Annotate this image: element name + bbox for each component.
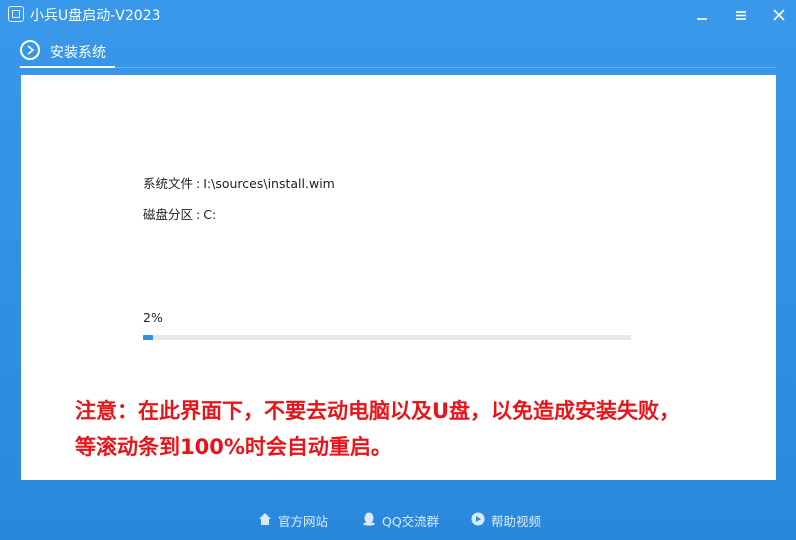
app-title: 小兵U盘启动-V2023 xyxy=(30,8,161,24)
close-button[interactable] xyxy=(767,4,791,26)
menu-icon xyxy=(736,11,746,20)
install-panel: 系统文件: I:\sources\install.wim 磁盘分区: C: 2% 注… xyxy=(21,75,776,480)
minimize-button[interactable] xyxy=(690,4,714,26)
tab-install-system[interactable]: 安装系统 xyxy=(20,38,115,68)
system-file-label: 系统文件 xyxy=(143,176,194,191)
progress-fill xyxy=(143,335,153,340)
play-icon xyxy=(471,512,485,526)
app-logo-icon xyxy=(8,6,24,22)
official-site-label: 官方网站 xyxy=(278,514,329,529)
separator: : xyxy=(196,176,201,191)
warning-line-1: 注意：在此界面下，不要去动电脑以及U盘，以免造成安装失败， xyxy=(75,399,681,423)
minimize-icon xyxy=(697,18,707,20)
title-bar: 小兵U盘启动-V2023 xyxy=(0,0,796,30)
qq-icon xyxy=(363,512,375,526)
partition-value: C: xyxy=(203,207,217,222)
separator: : xyxy=(196,207,201,222)
tab-divider xyxy=(20,67,776,68)
progress-bar xyxy=(143,335,631,340)
partition-label: 磁盘分区 xyxy=(143,207,194,222)
system-file-row: 系统文件: I:\sources\install.wim xyxy=(143,173,335,192)
system-file-value: I:\sources\install.wim xyxy=(203,176,335,191)
partition-row: 磁盘分区: C: xyxy=(143,204,216,223)
warning-line-2: 等滚动条到100%时会自动重启。 xyxy=(75,435,392,459)
progress-percent: 2% xyxy=(143,310,163,325)
home-icon xyxy=(259,513,271,525)
chevron-right-icon xyxy=(20,40,40,60)
close-icon xyxy=(773,9,785,21)
help-video-label: 帮助视频 xyxy=(491,514,542,529)
menu-button[interactable] xyxy=(729,4,753,26)
tab-label: 安装系统 xyxy=(50,45,106,61)
qq-group-label: QQ交流群 xyxy=(382,514,440,529)
installer-window: 小兵U盘启动-V2023 安装系统 系统文件: I:\sources\inst… xyxy=(0,0,796,540)
